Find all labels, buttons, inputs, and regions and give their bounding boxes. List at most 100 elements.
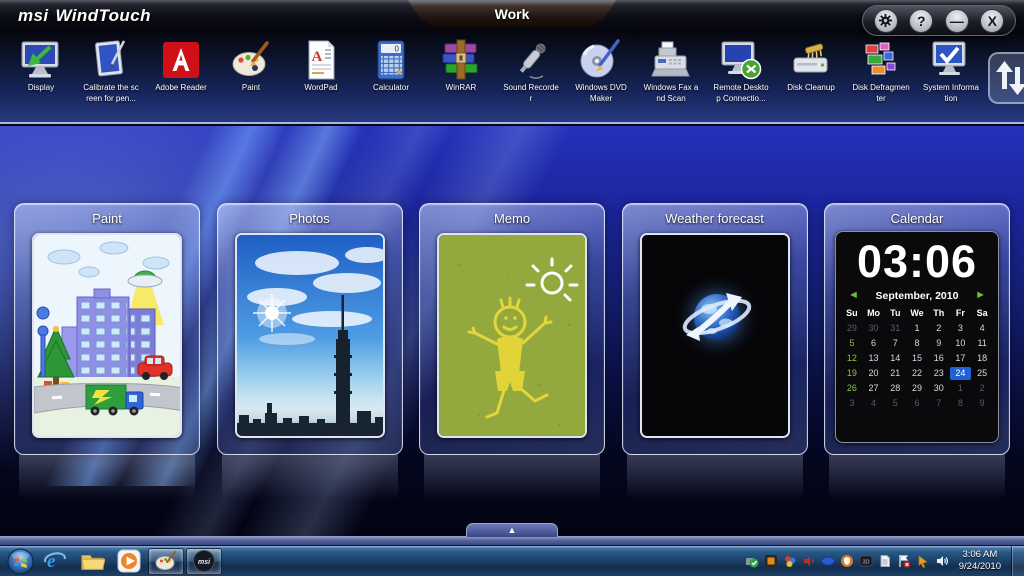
toolbar-item-remote-desktop[interactable]: Remote Deskto p Connectio... [706,37,776,105]
tablet-pen-icon [88,37,134,83]
calendar-day[interactable]: 13 [863,352,885,365]
calendar-day[interactable]: 21 [884,367,906,380]
calendar-day[interactable]: 2 [928,322,950,335]
toolbar-item-label: Windows Fax a nd Scan [644,83,699,105]
taskbar-button-msi-windtouch[interactable]: msi [186,548,222,575]
calendar-day[interactable]: 20 [863,367,885,380]
tray-utility-color-icon[interactable] [783,554,798,569]
calendar-day[interactable]: 1 [906,322,928,335]
calendar-day[interactable]: 7 [884,337,906,350]
calendar-day[interactable]: 3 [950,322,972,335]
toolbar-item-disk-defragmenter[interactable]: Disk Defragmen ter [846,37,916,105]
next-month-arrow[interactable]: ► [975,290,986,301]
minimize-button[interactable]: — [945,9,969,33]
calendar-day[interactable]: 30 [928,382,950,395]
tray-audio-manager-icon[interactable] [802,554,817,569]
calendar-day[interactable]: 5 [841,337,863,350]
calendar-day[interactable]: 31 [884,322,906,335]
calendar-day[interactable]: 30 [863,322,885,335]
prev-month-arrow[interactable]: ◄ [848,290,859,301]
tray-volume-icon[interactable] [935,554,950,569]
card-weather[interactable]: Weather forecast [622,203,808,455]
gear-icon [878,13,893,28]
toolbar-item-adobe-reader[interactable]: Adobe Reader [146,37,216,105]
calendar-day[interactable]: 1 [950,382,972,395]
drawer-pull-handle[interactable]: ▲ [466,523,558,537]
toolbar-item-system-information[interactable]: System Informa tion [916,37,986,105]
card-photos[interactable]: Photos [217,203,403,455]
calendar-day[interactable]: 4 [863,397,885,410]
card-paint[interactable]: Paint [14,203,200,455]
close-button[interactable]: X [980,9,1004,33]
calendar-day[interactable]: 11 [971,337,993,350]
calendar-day[interactable]: 10 [950,337,972,350]
calendar-day[interactable]: 17 [950,352,972,365]
adobe-reader-icon [158,37,204,83]
calendar-day[interactable]: 3 [841,397,863,410]
toolbar-item-winrar[interactable]: WinRAR [426,37,496,105]
calendar-day[interactable]: 16 [928,352,950,365]
toolbar-item-dvd-maker[interactable]: Windows DVD Maker [566,37,636,105]
calendar-day[interactable]: 4 [971,322,993,335]
taskbar-button-internet-explorer[interactable]: e [38,548,72,575]
taskbar-button-paint[interactable] [148,548,184,575]
card-memo[interactable]: Memo [419,203,605,455]
calendar-day[interactable]: 5 [884,397,906,410]
tray-status-green-icon[interactable] [745,554,760,569]
calendar-day[interactable]: 28 [884,382,906,395]
toolbar-item-calibrate-screen[interactable]: Calibrate the sc reen for pen... [76,37,146,105]
calendar-day[interactable]: 8 [906,337,928,350]
svg-text:0: 0 [395,45,400,54]
calendar-day[interactable]: 25 [971,367,993,380]
calendar-day[interactable]: 6 [906,397,928,410]
taskbar-button-windows-explorer[interactable] [74,548,110,575]
tray-msi-icon[interactable] [821,554,836,569]
show-desktop-button[interactable] [1011,546,1024,576]
toolbar-item-paint[interactable]: Paint [216,37,286,105]
help-button[interactable]: ? [909,9,933,33]
toolbar-item-display[interactable]: Display [6,37,76,105]
toolbar-item-sound-recorder[interactable]: Sound Recorde r [496,37,566,105]
tray-3d-app-icon[interactable]: 3D [859,554,874,569]
calendar-day[interactable]: 23 [928,367,950,380]
calendar-day[interactable]: 9 [928,337,950,350]
calendar-day[interactable]: 19 [841,367,863,380]
calendar-day-header: Tu [884,308,906,320]
calendar-day-selected[interactable]: 24 [950,367,972,380]
calendar-day[interactable]: 15 [906,352,928,365]
calendar-day[interactable]: 18 [971,352,993,365]
calendar-day[interactable]: 27 [863,382,885,395]
tab-work[interactable]: Work [408,0,616,27]
tray-pointer-icon[interactable] [916,554,931,569]
tray-app-orange-icon[interactable] [764,554,779,569]
toolbar-item-calculator[interactable]: 0 Calculator [356,37,426,105]
calendar-day[interactable]: 2 [971,382,993,395]
calendar-day[interactable]: 22 [906,367,928,380]
taskbar-button-media-player[interactable] [112,548,146,575]
settings-button[interactable] [874,9,898,33]
tray-action-center-flag-icon[interactable] [897,554,912,569]
toolbar-item-fax-scan[interactable]: Windows Fax a nd Scan [636,37,706,105]
memo-preview [437,233,587,438]
toolbar-scroll-button[interactable] [988,52,1024,104]
calendar-day[interactable]: 14 [884,352,906,365]
calendar-day-header: Fr [950,308,972,320]
calendar-day[interactable]: 6 [863,337,885,350]
toolbar-item-wordpad[interactable]: A WordPad [286,37,356,105]
calendar-day[interactable]: 29 [906,382,928,395]
start-button[interactable] [3,546,37,576]
toolbar-item-disk-cleanup[interactable]: Disk Cleanup [776,37,846,105]
calendar-day[interactable]: 12 [841,352,863,365]
calendar-day[interactable]: 8 [950,397,972,410]
calendar-day[interactable]: 7 [928,397,950,410]
calendar-day[interactable]: 29 [841,322,863,335]
calendar-day[interactable]: 9 [971,397,993,410]
taskbar-clock[interactable]: 3:06 AM 9/24/2010 [959,549,1001,574]
calendar-day-header: We [906,308,928,320]
tray-security-icon[interactable] [840,554,855,569]
tray-document-icon[interactable] [878,554,893,569]
card-calendar[interactable]: Calendar 03:06 ◄ September, 2010 ► SuMoT… [824,203,1010,455]
display-icon [18,37,64,83]
card-title: Weather forecast [623,211,807,226]
calendar-day[interactable]: 26 [841,382,863,395]
